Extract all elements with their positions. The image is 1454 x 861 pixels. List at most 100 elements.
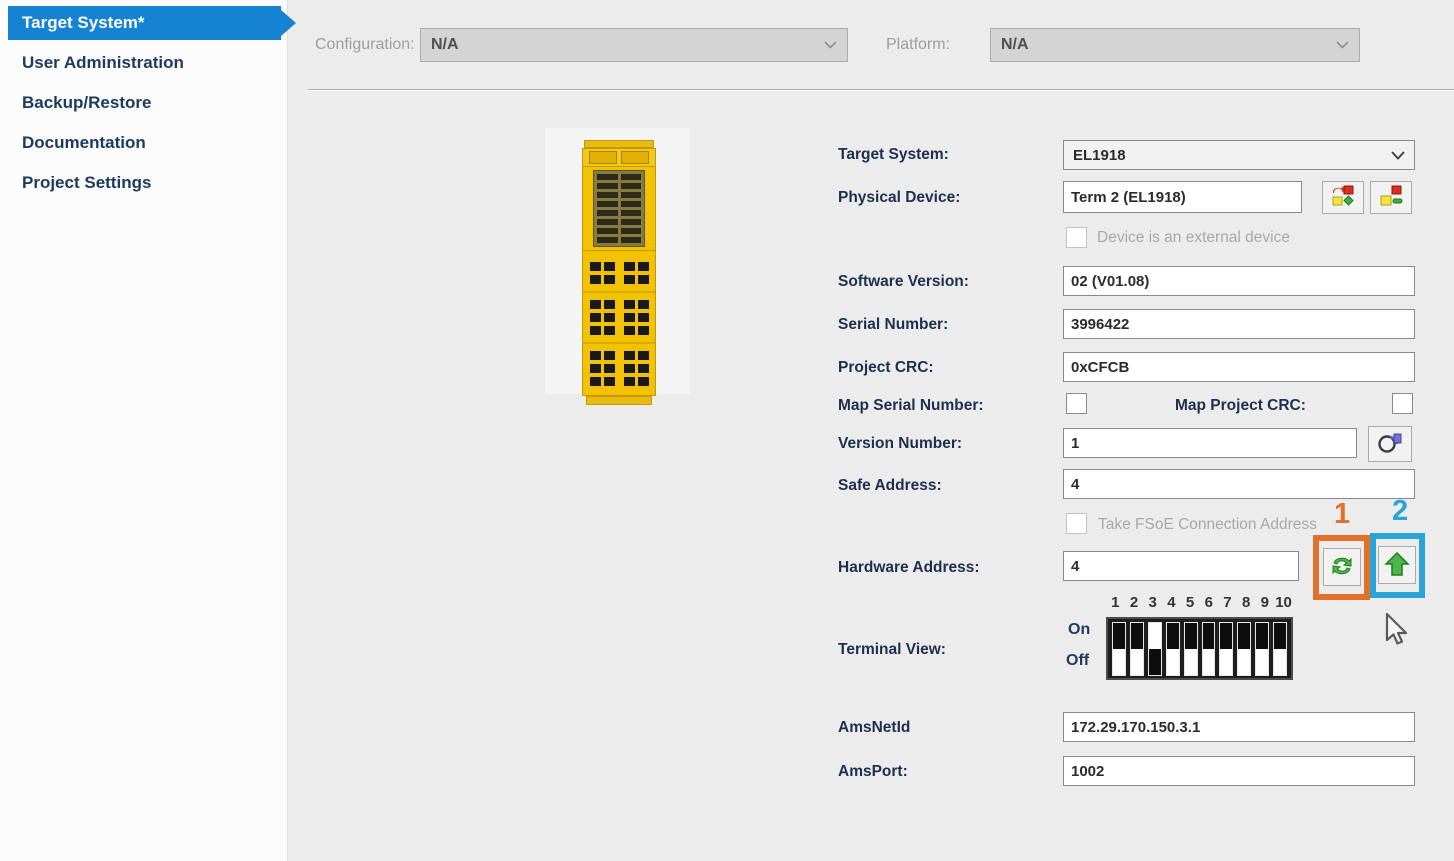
dip-switch-4-off bbox=[1166, 622, 1180, 676]
sidebar-nav: Target System* User Administration Backup/… bbox=[0, 6, 287, 200]
platform-dropdown[interactable]: N/A bbox=[990, 28, 1360, 62]
callout-2-highlight-box bbox=[1370, 533, 1425, 598]
map-serial-number-label: Map Serial Number: bbox=[838, 397, 984, 415]
physical-device-label: Physical Device: bbox=[838, 189, 960, 207]
platform-value: N/A bbox=[1001, 36, 1029, 54]
hardware-address-value: 4 bbox=[1071, 558, 1079, 575]
dip-switch-block bbox=[1106, 617, 1293, 680]
platform-label: Platform: bbox=[886, 36, 950, 54]
version-history-icon bbox=[1377, 431, 1403, 458]
version-number-input[interactable]: 1 bbox=[1063, 428, 1357, 458]
software-version-value: 02 (V01.08) bbox=[1071, 273, 1149, 290]
terminal-top-cap bbox=[584, 140, 654, 148]
version-history-button[interactable] bbox=[1368, 426, 1412, 462]
hardware-address-input[interactable]: 4 bbox=[1063, 551, 1299, 581]
safety-editor-target-system-page: Target System* User Administration Backup/… bbox=[0, 0, 1454, 861]
sidebar: Target System* User Administration Backup/… bbox=[0, 0, 288, 861]
dip-on-label: On bbox=[1068, 621, 1090, 639]
sidebar-item-documentation[interactable]: Documentation bbox=[0, 126, 287, 160]
external-device-checkbox[interactable] bbox=[1066, 227, 1087, 248]
terminal-view-label: Terminal View: bbox=[838, 641, 946, 659]
link-remove-icon bbox=[1379, 184, 1403, 211]
safe-address-label: Safe Address: bbox=[838, 477, 942, 495]
sidebar-item-label: Target System* bbox=[22, 13, 145, 33]
dip-number: 6 bbox=[1199, 594, 1218, 611]
ams-net-id-input[interactable]: 172.29.170.150.3.1 bbox=[1063, 712, 1415, 742]
project-crc-value: 0xCFCB bbox=[1071, 359, 1129, 376]
dip-number: 8 bbox=[1237, 594, 1256, 611]
dip-switch-3-on bbox=[1148, 622, 1162, 676]
take-fsoe-address-checkbox[interactable] bbox=[1066, 513, 1087, 534]
dip-number: 7 bbox=[1218, 594, 1237, 611]
ams-net-id-label: AmsNetId bbox=[838, 719, 910, 737]
sidebar-item-backup-restore[interactable]: Backup/Restore bbox=[0, 86, 287, 120]
ams-net-id-value: 172.29.170.150.3.1 bbox=[1071, 719, 1200, 736]
terminal-bottom-cap bbox=[586, 396, 652, 405]
sidebar-item-label: Project Settings bbox=[22, 173, 151, 193]
dip-switch-9-off bbox=[1255, 622, 1269, 676]
dip-switch-5-off bbox=[1184, 622, 1198, 676]
sidebar-item-target-system[interactable]: Target System* bbox=[8, 6, 281, 40]
callout-number-2: 2 bbox=[1392, 497, 1408, 526]
link-device-button[interactable] bbox=[1322, 181, 1364, 214]
unlink-device-button[interactable] bbox=[1370, 181, 1412, 214]
configuration-label: Configuration: bbox=[315, 36, 415, 54]
dip-number: 3 bbox=[1143, 594, 1162, 611]
sidebar-item-user-administration[interactable]: User Administration bbox=[0, 46, 287, 80]
target-system-dropdown[interactable]: EL1918 bbox=[1063, 140, 1415, 170]
terminal-led-panel bbox=[582, 167, 656, 250]
take-fsoe-address-label: Take FSoE Connection Address bbox=[1098, 516, 1317, 534]
ams-port-input[interactable]: 1002 bbox=[1063, 756, 1415, 786]
version-number-label: Version Number: bbox=[838, 435, 962, 453]
external-device-label: Device is an external device bbox=[1097, 229, 1290, 247]
project-crc-label: Project CRC: bbox=[838, 359, 934, 377]
project-crc-input[interactable]: 0xCFCB bbox=[1063, 352, 1415, 382]
dip-switch-2-off bbox=[1130, 622, 1144, 676]
serial-number-label: Serial Number: bbox=[838, 316, 948, 334]
terminal-connectors bbox=[582, 148, 656, 167]
version-number-value: 1 bbox=[1071, 435, 1079, 452]
callout-1-highlight-box bbox=[1313, 535, 1370, 600]
chevron-down-icon bbox=[1336, 41, 1349, 49]
dip-switch-10-off bbox=[1273, 622, 1287, 676]
serial-number-input[interactable]: 3996422 bbox=[1063, 309, 1415, 339]
section-divider bbox=[308, 89, 1454, 91]
dip-number: 5 bbox=[1181, 594, 1200, 611]
link-add-icon bbox=[1331, 184, 1355, 211]
safe-address-value: 4 bbox=[1071, 476, 1079, 493]
map-serial-number-checkbox[interactable] bbox=[1066, 393, 1087, 414]
dip-number: 9 bbox=[1256, 594, 1275, 611]
dip-switch-1-off bbox=[1112, 622, 1126, 676]
configuration-dropdown[interactable]: N/A bbox=[420, 28, 848, 62]
physical-device-value: Term 2 (EL1918) bbox=[1071, 189, 1186, 206]
ams-port-value: 1002 bbox=[1071, 763, 1104, 780]
terminal-body bbox=[582, 250, 656, 396]
dip-number: 4 bbox=[1162, 594, 1181, 611]
dip-switch-6-off bbox=[1202, 622, 1216, 676]
map-project-crc-label: Map Project CRC: bbox=[1175, 397, 1306, 415]
chevron-down-icon bbox=[824, 41, 837, 49]
configuration-value: N/A bbox=[431, 36, 459, 54]
sidebar-item-label: Backup/Restore bbox=[22, 93, 151, 113]
chevron-down-icon bbox=[1391, 147, 1405, 164]
sidebar-item-label: User Administration bbox=[22, 53, 184, 73]
hardware-address-label: Hardware Address: bbox=[838, 559, 980, 577]
software-version-input[interactable]: 02 (V01.08) bbox=[1063, 266, 1415, 296]
dip-off-label: Off bbox=[1066, 652, 1089, 670]
sidebar-item-project-settings[interactable]: Project Settings bbox=[0, 166, 287, 200]
software-version-label: Software Version: bbox=[838, 273, 969, 291]
mouse-cursor bbox=[1383, 612, 1413, 653]
dip-switch-7-off bbox=[1219, 622, 1233, 676]
dip-number: 10 bbox=[1274, 594, 1293, 611]
physical-device-input[interactable]: Term 2 (EL1918) bbox=[1063, 181, 1302, 213]
serial-number-value: 3996422 bbox=[1071, 316, 1129, 333]
target-system-label: Target System: bbox=[838, 146, 949, 164]
ams-port-label: AmsPort: bbox=[838, 763, 908, 781]
dip-switch-8-off bbox=[1237, 622, 1251, 676]
el1918-terminal-image bbox=[580, 140, 658, 385]
dip-switch-numbers: 12345678910 bbox=[1106, 594, 1293, 611]
callout-number-1: 1 bbox=[1334, 500, 1350, 529]
map-project-crc-checkbox[interactable] bbox=[1392, 393, 1413, 414]
safe-address-input[interactable]: 4 bbox=[1063, 469, 1415, 499]
selected-item-arrow bbox=[281, 10, 296, 36]
